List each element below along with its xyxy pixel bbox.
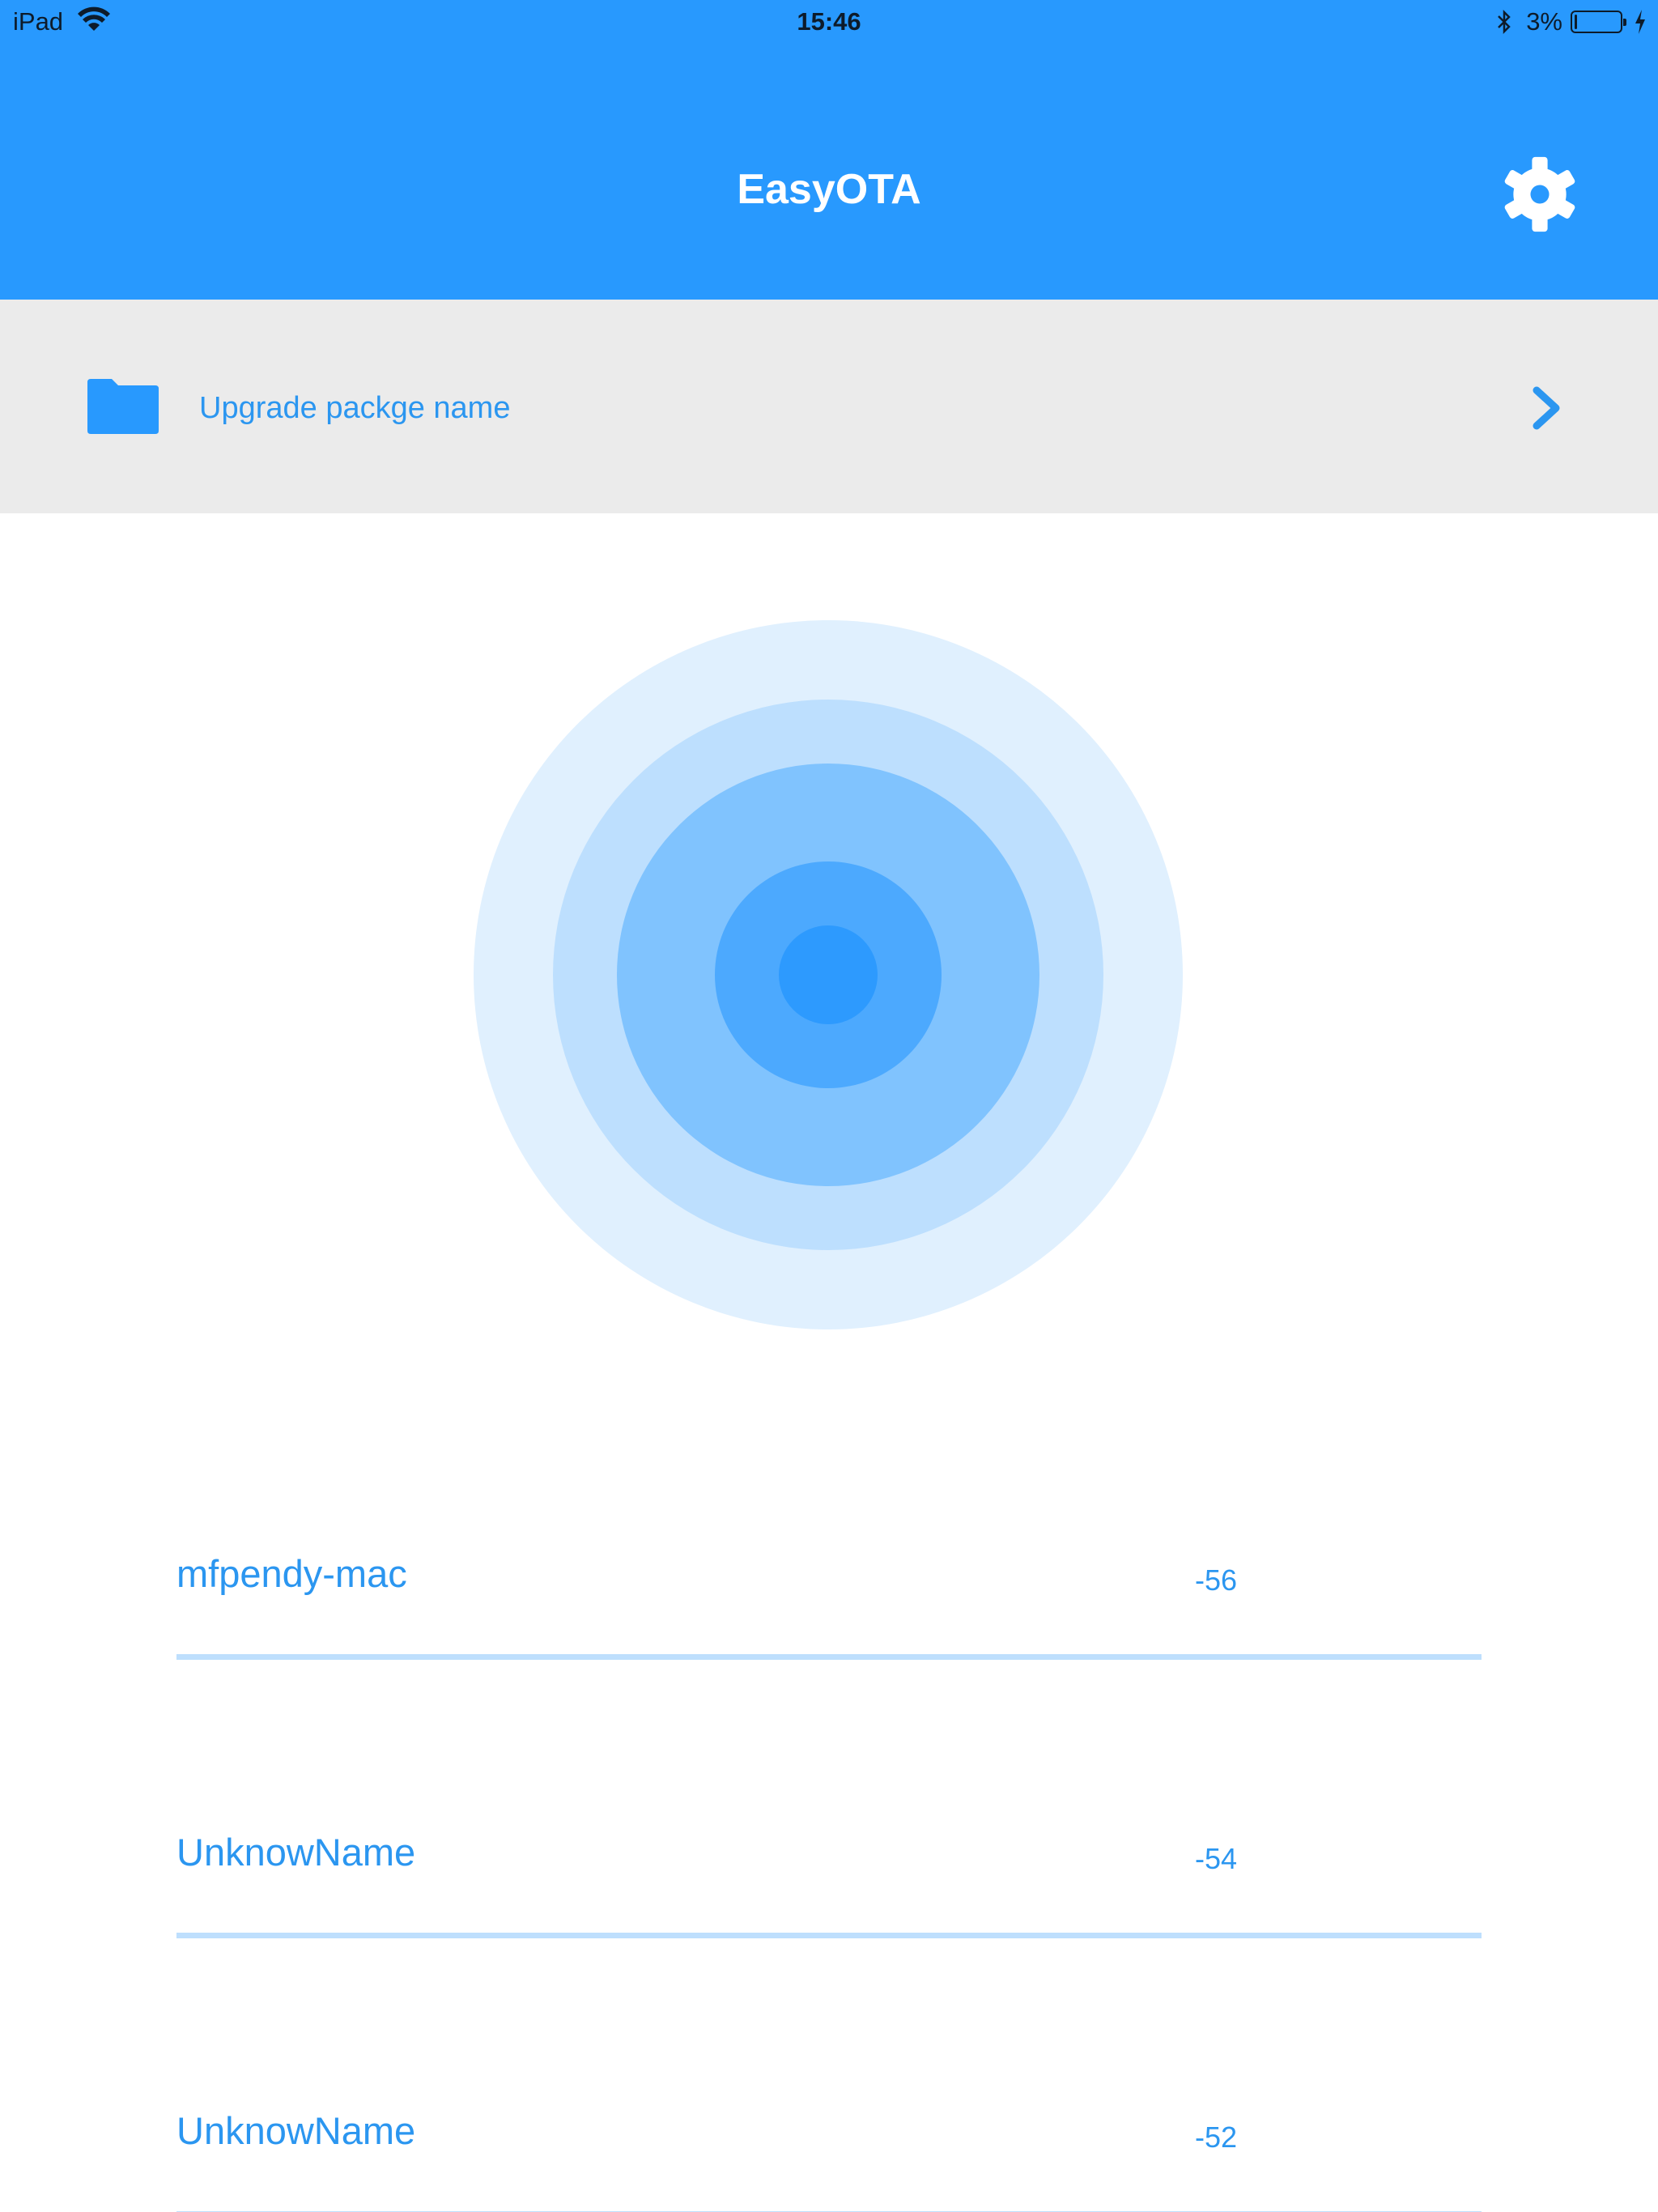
charging-icon: [1635, 10, 1645, 34]
bluetooth-icon: [1498, 9, 1511, 35]
device-list-item[interactable]: UnknowName -54: [176, 1809, 1482, 1938]
device-divider: [176, 1654, 1482, 1660]
device-rssi: -54: [1195, 1842, 1238, 1875]
navigation-bar: EasyOTA: [0, 44, 1658, 300]
device-rssi: -52: [1195, 2121, 1238, 2154]
upgrade-package-row[interactable]: Upgrade packge name: [0, 300, 1658, 513]
status-bar: iPad 15:46 3%: [0, 0, 1658, 44]
chevron-right-icon: [1533, 386, 1560, 430]
battery-icon: [1571, 11, 1626, 33]
status-right-group: 3%: [1495, 6, 1647, 37]
radar-scan-graphic: [474, 620, 1183, 1329]
radar-core: [779, 925, 878, 1024]
device-divider: [176, 1933, 1482, 1938]
device-name: UnknowName: [176, 1831, 416, 1874]
device-name: UnknowName: [176, 2109, 416, 2152]
device-list-item[interactable]: UnknowName -52: [176, 2087, 1482, 2212]
device-list-item[interactable]: mfpendy-mac -56: [176, 1530, 1482, 1660]
settings-button[interactable]: [1494, 149, 1585, 240]
battery-cap: [1623, 19, 1626, 26]
gear-icon: [1504, 156, 1575, 232]
status-time: 15:46: [797, 7, 861, 36]
package-name-label: Upgrade packge name: [199, 391, 511, 425]
easyota-screen: iPad 15:46 3% EasyOTA Upgrade packge nam…: [0, 0, 1658, 2212]
device-name: mfpendy-mac: [176, 1552, 407, 1595]
device-rssi: -56: [1195, 1563, 1238, 1597]
battery-percent: 3%: [1526, 7, 1562, 36]
battery-fill: [1575, 15, 1577, 29]
app-title: EasyOTA: [737, 166, 921, 213]
folder-icon: [87, 379, 159, 434]
